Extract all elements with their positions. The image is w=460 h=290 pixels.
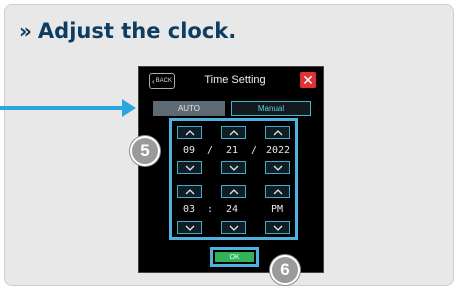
chevron-up-icon: [185, 188, 194, 194]
double-chevron-icon: »: [19, 19, 32, 43]
pointer-arrow-icon: [122, 99, 136, 117]
hour-down-button[interactable]: [177, 221, 202, 234]
step-heading-text: Adjust the clock.: [37, 19, 237, 43]
minute-up-button[interactable]: [221, 185, 246, 198]
callout-6-badge: 6: [270, 255, 300, 285]
close-icon: ✕: [302, 72, 314, 88]
year-value: 2022: [265, 145, 291, 156]
pointer-arrow-line: [0, 106, 126, 110]
day-up-button[interactable]: [221, 126, 246, 139]
time-setting-screen: ‹ BACK Time Setting ✕ AUTO Manual 09 / 2…: [138, 66, 324, 273]
back-label: BACK: [155, 78, 172, 84]
time-separator: :: [206, 204, 214, 215]
step-heading: » Adjust the clock.: [19, 17, 236, 45]
ok-button[interactable]: OK: [215, 252, 254, 262]
chevron-down-icon: [229, 165, 238, 171]
chevron-down-icon: [273, 225, 282, 231]
chevron-down-icon: [185, 225, 194, 231]
hour-up-button[interactable]: [177, 185, 202, 198]
day-value: 21: [225, 145, 239, 156]
ampm-value: PM: [270, 204, 284, 215]
day-down-button[interactable]: [221, 161, 246, 174]
minute-value: 24: [225, 204, 239, 215]
month-down-button[interactable]: [177, 161, 202, 174]
chevron-up-icon: [229, 188, 238, 194]
chevron-down-icon: [273, 165, 282, 171]
back-button[interactable]: ‹ BACK: [149, 73, 175, 89]
tab-auto[interactable]: AUTO: [153, 101, 225, 116]
screen-title: Time Setting: [204, 74, 266, 86]
screen-header: ‹ BACK Time Setting ✕: [139, 67, 323, 95]
ok-button-highlight: OK: [210, 247, 259, 267]
date-separator: /: [250, 145, 258, 156]
chevron-up-icon: [229, 129, 238, 135]
chevron-up-icon: [185, 129, 194, 135]
date-time-picker-highlight: 09 / 21 / 2022 03 : 24 PM: [169, 118, 298, 240]
chevron-left-icon: ‹: [151, 76, 155, 86]
month-up-button[interactable]: [177, 126, 202, 139]
chevron-down-icon: [229, 225, 238, 231]
close-button[interactable]: ✕: [300, 72, 316, 88]
ampm-down-button[interactable]: [265, 221, 290, 234]
chevron-up-icon: [273, 129, 282, 135]
month-value: 09: [182, 145, 196, 156]
year-up-button[interactable]: [265, 126, 290, 139]
minute-down-button[interactable]: [221, 221, 246, 234]
hour-value: 03: [182, 204, 196, 215]
callout-5-badge: 5: [130, 136, 160, 166]
ampm-up-button[interactable]: [265, 185, 290, 198]
chevron-up-icon: [273, 188, 282, 194]
date-separator: /: [206, 145, 214, 156]
tab-manual[interactable]: Manual: [231, 101, 311, 116]
chevron-down-icon: [185, 165, 194, 171]
year-down-button[interactable]: [265, 161, 290, 174]
